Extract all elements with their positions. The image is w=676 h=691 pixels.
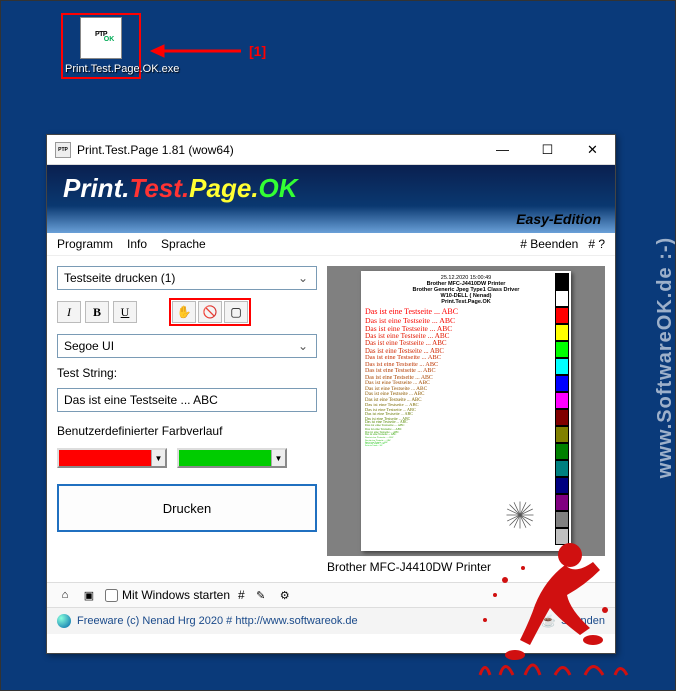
preview-test-line: Das ist eine Testseite ... ABC — [365, 340, 567, 347]
action-combo[interactable]: Testseite drucken (1) — [57, 266, 317, 290]
color-swatch — [555, 307, 569, 324]
gradient-swatch-1 — [59, 450, 151, 466]
autostart-checkbox[interactable] — [105, 589, 118, 602]
menubar: Programm Info Sprache # Beenden # ? — [47, 233, 615, 256]
font-combo-value: Segoe UI — [64, 339, 114, 353]
menu-programm[interactable]: Programm — [57, 237, 113, 251]
desktop-exe-icon[interactable]: PTP OK Print.Test.Page.OK.exe — [61, 13, 141, 79]
tray-icon-2[interactable]: ▣ — [81, 587, 97, 603]
bold-button[interactable]: B — [85, 301, 109, 323]
minimize-button[interactable]: — — [480, 135, 525, 164]
titlebar-app-icon: PTP — [55, 142, 71, 158]
print-button[interactable]: Drucken — [57, 484, 317, 532]
arrow-1 — [146, 21, 246, 81]
color-swatch — [555, 443, 569, 460]
titlebar[interactable]: PTP Print.Test.Page 1.81 (wow64) — ☐ ✕ — [47, 135, 615, 165]
banner-word-print: Print. — [63, 173, 129, 203]
print-button-label: Drucken — [163, 501, 211, 516]
preview-colorstrip — [555, 273, 569, 545]
gradient-label: Benutzerdefinierter Farbverlauf — [57, 424, 317, 438]
menu-help[interactable]: # ? — [588, 237, 605, 251]
preview-h5: Print.Test.Page.OK — [365, 299, 567, 305]
globe-icon — [57, 614, 71, 628]
banner-edition: Easy-Edition — [516, 211, 601, 227]
color-swatch — [555, 409, 569, 426]
color-swatch — [555, 460, 569, 477]
teststring-value: Das ist eine Testseite ... ABC — [64, 393, 218, 407]
gradient-icon-3[interactable]: ▢ — [224, 301, 248, 323]
gradient-drop-2[interactable]: ▼ — [271, 450, 285, 466]
preview-area: 25.12.2020 15:00:49 Brother MFC-J4410DW … — [327, 266, 605, 556]
maximize-button[interactable]: ☐ — [525, 135, 570, 164]
gradient-color-1[interactable]: ▼ — [57, 448, 167, 468]
menu-sprache[interactable]: Sprache — [161, 237, 206, 251]
banner-word-ok: OK — [259, 173, 298, 203]
color-swatch — [555, 273, 569, 290]
font-combo[interactable]: Segoe UI — [57, 334, 317, 358]
gradient-color-2[interactable]: ▼ — [177, 448, 287, 468]
menu-beenden[interactable]: # Beenden — [520, 237, 578, 251]
tool-icon-2[interactable]: ⚙ — [277, 587, 293, 603]
status-text[interactable]: Freeware (c) Nenad Hrg 2020 # http://www… — [77, 615, 358, 627]
banner-word-page: Page. — [189, 173, 258, 203]
close-button[interactable]: ✕ — [570, 135, 615, 164]
italic-button[interactable]: I — [57, 301, 81, 323]
autostart-text: Mit Windows starten — [122, 588, 230, 602]
color-swatch — [555, 392, 569, 409]
format-row: I B U ✋ 🚫 ▢ — [57, 298, 317, 326]
gradient-drop-1[interactable]: ▼ — [151, 450, 165, 466]
menu-info[interactable]: Info — [127, 237, 147, 251]
tray-icon-1[interactable]: ⌂ — [57, 587, 73, 603]
exe-icon-graphic: PTP OK — [80, 17, 122, 59]
preview-test-line: Das ist eine Testseite ... ABC — [365, 446, 567, 448]
preview-test-line: Das ist eine Testseite ... ABC — [365, 362, 567, 369]
watermark-text: www.SoftwareOK.de :-) — [654, 236, 676, 477]
window-title: Print.Test.Page 1.81 (wow64) — [77, 143, 480, 157]
gradient-icon-2[interactable]: 🚫 — [198, 301, 222, 323]
color-swatch — [555, 477, 569, 494]
autostart-checkbox-label[interactable]: Mit Windows starten — [105, 588, 230, 602]
preview-test-lines: Das ist eine Testseite ... ABC Das ist ei… — [365, 308, 567, 447]
color-swatch — [555, 290, 569, 307]
action-combo-value: Testseite drucken (1) — [64, 271, 175, 285]
color-swatch — [555, 324, 569, 341]
gradient-buttons-group: ✋ 🚫 ▢ — [169, 298, 251, 326]
desktop-icon-label: Print.Test.Page.OK.exe — [65, 63, 137, 75]
color-swatch — [555, 494, 569, 511]
color-swatch — [555, 341, 569, 358]
tool-icon-1[interactable]: ✎ — [253, 587, 269, 603]
preview-page: 25.12.2020 15:00:49 Brother MFC-J4410DW … — [361, 271, 571, 551]
gradient-swatch-2 — [179, 450, 271, 466]
app-banner: Print.Test.Page.OK Easy-Edition — [47, 165, 615, 233]
color-swatch — [555, 358, 569, 375]
gradient-row: ▼ ▼ — [57, 448, 317, 468]
hash-link[interactable]: # — [238, 588, 245, 602]
teststring-input[interactable]: Das ist eine Testseite ... ABC — [57, 388, 317, 412]
left-panel: Testseite drucken (1) I B U ✋ 🚫 ▢ Segoe … — [57, 266, 317, 578]
red-figure-graphic — [475, 520, 635, 680]
icon-text-ok: OK — [104, 36, 115, 43]
preview-header: 25.12.2020 15:00:49 Brother MFC-J4410DW … — [365, 275, 567, 305]
annotation-1: [1] — [249, 43, 266, 59]
color-swatch — [555, 426, 569, 443]
banner-word-test: Test. — [129, 173, 189, 203]
teststring-label: Test String: — [57, 366, 317, 380]
underline-button[interactable]: U — [113, 301, 137, 323]
color-swatch — [555, 375, 569, 392]
gradient-icon-1[interactable]: ✋ — [172, 301, 196, 323]
